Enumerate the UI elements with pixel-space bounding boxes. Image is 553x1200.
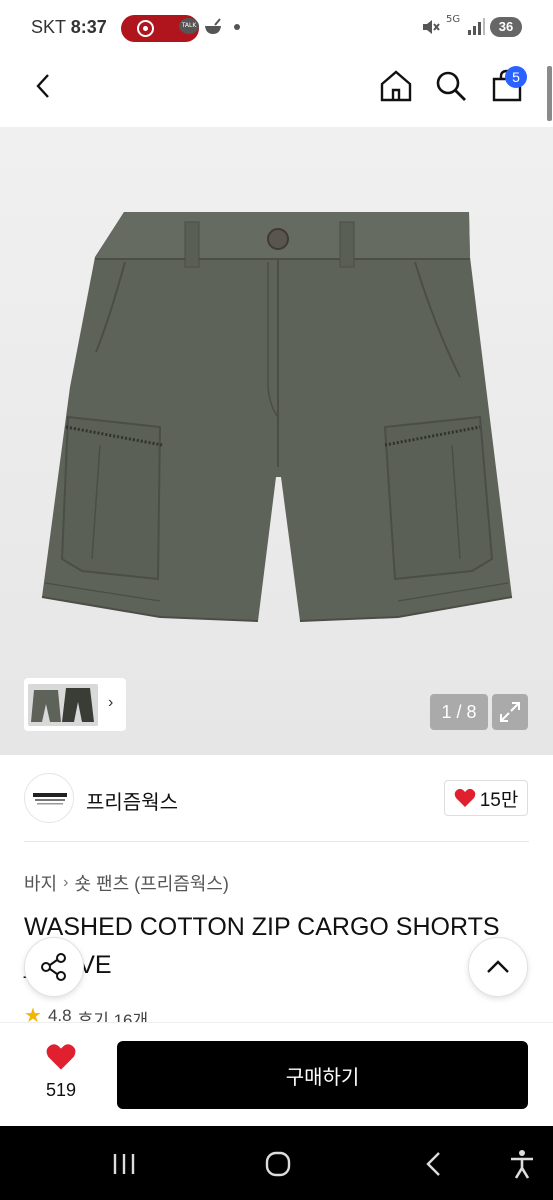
buy-button[interactable]: 구매하기 — [117, 1041, 528, 1109]
kakaotalk-icon: TALK — [179, 18, 199, 34]
heart-icon — [454, 788, 475, 807]
product-image-gallery[interactable]: › 1 / 8 — [0, 127, 553, 755]
cart-count-badge: 5 — [505, 66, 527, 88]
record-icon — [137, 20, 154, 37]
food-app-icon — [205, 18, 221, 34]
brand-like-button[interactable]: 15만 — [444, 780, 528, 816]
status-carrier-time: SKT 8:37 — [31, 17, 107, 38]
breadcrumb-subcategory[interactable]: 숏 팬츠 (프리즘웍스) — [74, 870, 228, 896]
clock: 8:37 — [70, 17, 107, 37]
mute-icon — [423, 20, 440, 34]
home-nav-button[interactable] — [262, 1148, 294, 1180]
share-icon — [41, 953, 66, 981]
back-button[interactable] — [25, 68, 61, 104]
search-button[interactable] — [433, 68, 469, 104]
product-title: WASHED COTTON ZIP CARGO SHORTS _OLIVE — [24, 913, 500, 979]
product-photo — [0, 127, 553, 755]
brand-logo-image — [33, 793, 67, 805]
expand-icon — [500, 702, 520, 722]
accessibility-icon — [511, 1150, 533, 1179]
signal-icon — [468, 18, 485, 35]
share-button[interactable] — [24, 937, 84, 997]
system-navigation-bar — [0, 1126, 553, 1200]
heart-icon — [46, 1044, 76, 1070]
favorite-count: 519 — [45, 1080, 77, 1100]
thumbnail-strip[interactable]: › — [24, 678, 126, 731]
breadcrumb: 바지 › 숏 팬츠 (프리즘웍스) — [24, 870, 229, 896]
brand-logo[interactable] — [24, 773, 74, 823]
accessibility-button[interactable] — [506, 1148, 538, 1180]
scroll-to-top-button[interactable] — [468, 937, 528, 997]
battery-indicator: 36 — [490, 17, 522, 37]
recent-apps-icon — [113, 1154, 135, 1174]
back-arrow-icon — [36, 74, 49, 98]
thumbnail-image[interactable] — [28, 684, 98, 726]
breadcrumb-category[interactable]: 바지 — [24, 870, 57, 896]
network-type: 5G — [446, 14, 461, 25]
back-nav-button[interactable] — [418, 1148, 450, 1180]
favorite-button[interactable]: 519 — [30, 1043, 92, 1107]
chevron-right-icon[interactable]: › — [108, 694, 113, 712]
home-icon — [380, 70, 412, 102]
carrier-label: SKT — [31, 17, 66, 37]
chevron-right-icon: › — [63, 874, 69, 891]
app-header — [0, 56, 553, 127]
scrollbar[interactable] — [547, 66, 552, 121]
brand-like-count: 15만 — [479, 789, 519, 811]
image-counter: 1 / 8 — [430, 694, 488, 730]
home-button[interactable] — [378, 68, 414, 104]
brand-name[interactable]: 프리즘웍스 — [86, 786, 178, 815]
recent-apps-button[interactable] — [108, 1148, 140, 1180]
search-icon — [436, 71, 466, 101]
back-nav-icon — [426, 1152, 440, 1176]
status-bar: SKT 8:37 TALK 5G 36 — [0, 0, 553, 56]
home-circle-icon — [265, 1151, 291, 1177]
more-notifications-dot — [234, 24, 240, 30]
divider — [24, 841, 529, 842]
bottom-action-bar: 519 구매하기 — [0, 1022, 553, 1126]
chevron-up-icon — [487, 960, 509, 973]
fullscreen-button[interactable] — [492, 694, 528, 730]
